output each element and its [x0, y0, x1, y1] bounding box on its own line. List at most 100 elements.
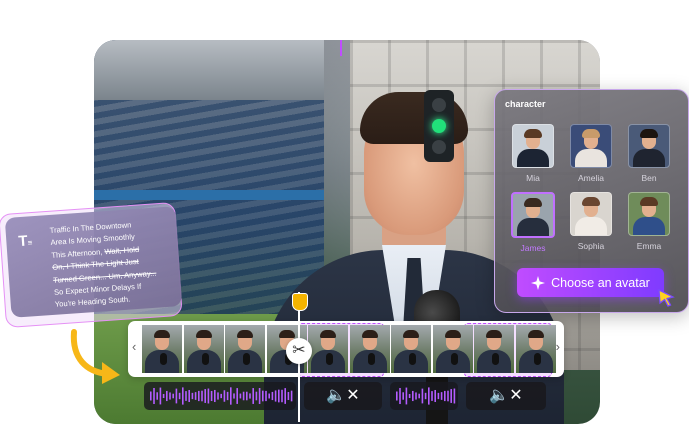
- avatar-thumbnail: [511, 192, 555, 238]
- waveform-bar: [278, 389, 280, 403]
- timeline-frame: [142, 325, 182, 373]
- waveform-bar: [437, 392, 440, 400]
- character-panel-title: character: [505, 99, 546, 109]
- waveform-bar: [421, 388, 424, 404]
- avatar-thumbnail: [628, 124, 670, 168]
- avatar-thumbnail: [570, 124, 612, 168]
- timeline-frame: [225, 325, 265, 373]
- waveform-bar: [252, 388, 254, 404]
- waveform-bar: [175, 388, 178, 404]
- avatar-thumbnail: [628, 192, 670, 236]
- waveform-bar: [201, 390, 203, 402]
- waveform-bar: [166, 390, 168, 402]
- waveform-bar: [204, 389, 206, 403]
- avatar-name: Mia: [526, 173, 540, 183]
- waveform-bar: [265, 390, 267, 402]
- text-icon: T≡: [17, 232, 33, 251]
- waveform-bar: [418, 393, 420, 399]
- script-text: Traffic In The Downtown Area Is Moving S…: [49, 216, 177, 311]
- avatar-name: Ben: [641, 173, 657, 183]
- avatar-option-mia[interactable]: Mia: [511, 124, 555, 183]
- timeline-frame: [349, 325, 390, 373]
- waveform-bar: [207, 388, 210, 404]
- waveform-bar: [262, 390, 264, 402]
- avatar-option-sophia[interactable]: Sophia: [569, 192, 613, 251]
- avatar-name: Emma: [636, 241, 662, 251]
- avatar-thumbnail: [570, 192, 612, 236]
- scissors-icon[interactable]: ✂: [286, 338, 312, 364]
- cursor-icon: [658, 288, 675, 307]
- avatar-name: James: [520, 243, 546, 253]
- avatar-option-ben[interactable]: Ben: [627, 124, 671, 183]
- timeline-next-icon[interactable]: ›: [556, 339, 560, 354]
- timeline-frame: [391, 325, 431, 373]
- waveform-bar: [287, 391, 290, 401]
- audio-waveform-track[interactable]: [144, 382, 296, 410]
- waveform-bar: [226, 391, 229, 401]
- accent-line: [340, 40, 342, 56]
- muted-audio-track[interactable]: 🔈✕: [466, 382, 546, 410]
- struck-text: Wait, Hold: [104, 244, 140, 257]
- timeline-frame: [308, 325, 348, 373]
- timeline-frame: [515, 325, 556, 373]
- waveform-bar: [399, 387, 401, 405]
- waveform-bar: [431, 391, 433, 401]
- waveform-bar: [182, 387, 184, 405]
- avatar-option-james[interactable]: James: [511, 192, 555, 253]
- waveform-bar: [246, 391, 248, 401]
- waveform-bar: [230, 387, 232, 405]
- waveform-bar: [424, 392, 427, 400]
- choose-avatar-button[interactable]: Choose an avatar: [517, 268, 664, 297]
- waveform-bar: [220, 393, 222, 399]
- waveform-bar: [290, 390, 293, 402]
- waveform-bar: [156, 392, 158, 400]
- playhead-handle[interactable]: [292, 293, 308, 311]
- waveform-bar: [428, 387, 430, 405]
- avatar-option-amelia[interactable]: Amelia: [569, 124, 613, 183]
- traffic-light: [424, 90, 454, 162]
- waveform-bar: [434, 389, 436, 403]
- waveform-bar: [450, 389, 452, 403]
- waveform-bar: [258, 388, 261, 404]
- waveform-bar: [210, 390, 213, 402]
- waveform-bar: [447, 390, 449, 402]
- waveform-bar: [191, 392, 194, 400]
- video-timeline[interactable]: ‹ ›: [128, 321, 564, 377]
- script-text-card[interactable]: T≡ Traffic In The Downtown Area Is Movin…: [4, 206, 183, 318]
- waveform-bar: [188, 389, 190, 403]
- waveform-bar: [217, 392, 219, 400]
- waveform-bar: [169, 392, 171, 400]
- muted-audio-track[interactable]: 🔈✕: [304, 382, 382, 410]
- waveform-bar: [159, 387, 162, 405]
- curved-arrow-icon: [70, 329, 120, 384]
- avatar-thumbnail: [512, 124, 554, 168]
- avatar-name: Sophia: [577, 241, 605, 251]
- waveform-bar: [284, 388, 286, 404]
- waveform-bar: [415, 392, 417, 400]
- waveform-bar: [405, 387, 408, 405]
- waveform-bar: [440, 392, 443, 400]
- waveform-bar: [412, 390, 414, 402]
- waveform-bar: [396, 391, 398, 401]
- waveform-bar: [249, 393, 251, 399]
- timeline-frame: [474, 325, 514, 373]
- waveform-bar: [198, 390, 200, 402]
- avatar-option-emma[interactable]: Emma: [627, 192, 671, 251]
- waveform-bar: [233, 393, 235, 399]
- waveform-bar: [172, 393, 174, 399]
- waveform-bar: [242, 391, 245, 401]
- waveform-bar: [274, 390, 277, 402]
- audio-waveform-track[interactable]: [390, 382, 458, 410]
- timeline-frame: [183, 325, 224, 373]
- waveform-bar: [178, 392, 181, 400]
- waveform-bar: [150, 391, 152, 401]
- waveform-bar: [268, 393, 270, 399]
- timeline-prev-icon[interactable]: ‹: [132, 339, 136, 354]
- waveform-bar: [153, 387, 155, 405]
- waveform-bar: [162, 393, 165, 399]
- waveform-bar: [223, 390, 226, 402]
- waveform-bar: [185, 391, 187, 401]
- character-panel: character Mia Amelia Ben James Sophia Emma Ch…: [494, 89, 689, 313]
- waveform-bar: [408, 393, 411, 399]
- waveform-bar: [281, 389, 283, 403]
